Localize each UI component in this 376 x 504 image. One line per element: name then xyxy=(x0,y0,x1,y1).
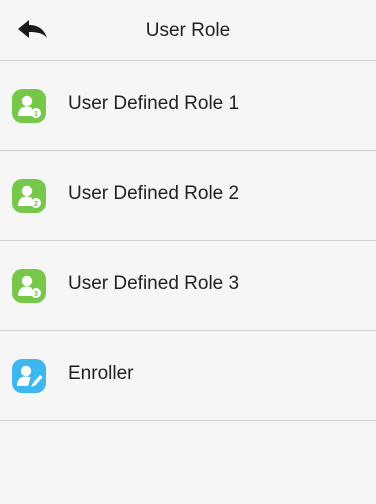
role-label: User Defined Role 1 xyxy=(68,93,240,114)
role-label: Enroller xyxy=(68,363,134,384)
header-bar: User Role xyxy=(0,0,376,61)
role-badge-1: 1 xyxy=(34,109,38,118)
role-label: User Defined Role 3 xyxy=(68,273,240,294)
role-list: 1 User Defined Role 1 2 User Defined Rol… xyxy=(0,61,376,421)
user-role-1-icon: 1 xyxy=(12,89,46,123)
enroller-icon xyxy=(12,359,46,393)
list-item-user-defined-role-3[interactable]: 3 User Defined Role 3 xyxy=(0,241,376,331)
list-item-user-defined-role-2[interactable]: 2 User Defined Role 2 xyxy=(0,151,376,241)
page-title: User Role xyxy=(145,20,231,41)
list-item-user-defined-role-1[interactable]: 1 User Defined Role 1 xyxy=(0,61,376,151)
role-badge-2: 2 xyxy=(34,199,38,208)
user-role-2-icon: 2 xyxy=(12,179,46,213)
role-label: User Defined Role 2 xyxy=(68,183,240,204)
list-item-enroller[interactable]: Enroller xyxy=(0,331,376,421)
role-badge-3: 3 xyxy=(34,289,38,298)
user-role-3-icon: 3 xyxy=(12,269,46,303)
